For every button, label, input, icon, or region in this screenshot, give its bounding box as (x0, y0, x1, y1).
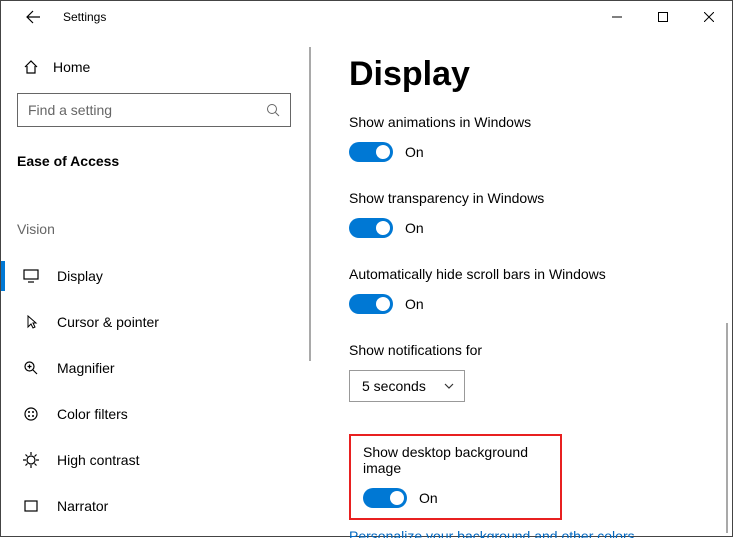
home-label: Home (53, 59, 90, 75)
close-icon (704, 12, 714, 22)
group-header: Ease of Access (1, 149, 307, 169)
app-title: Settings (63, 10, 106, 24)
search-input[interactable]: Find a setting (17, 93, 291, 127)
setting-label: Show transparency in Windows (349, 190, 732, 206)
display-icon (23, 269, 39, 283)
back-button[interactable] (23, 9, 43, 25)
group-label-vision: Vision (1, 221, 307, 237)
maximize-icon (658, 12, 668, 22)
dropdown-value: 5 seconds (362, 378, 426, 394)
highlighted-setting: Show desktop background image On (349, 434, 562, 520)
home-icon (23, 59, 39, 75)
minimize-icon (612, 12, 622, 22)
nav-item-label: Display (57, 268, 103, 284)
nav-list: Display Cursor & pointer Magnifier Color… (1, 253, 307, 529)
toggle-state: On (405, 144, 424, 160)
toggle-desktop-bg[interactable] (363, 488, 407, 508)
toggle-animations[interactable] (349, 142, 393, 162)
toggle-scrollbars[interactable] (349, 294, 393, 314)
nav-item-label: Color filters (57, 406, 128, 422)
cursor-icon (23, 314, 39, 330)
page-title: Display (349, 55, 732, 94)
setting-label: Show notifications for (349, 342, 732, 358)
nav-item-label: Cursor & pointer (57, 314, 159, 330)
toggle-state: On (419, 490, 438, 506)
setting-label: Show animations in Windows (349, 114, 732, 130)
nav-item-display[interactable]: Display (1, 253, 307, 299)
nav-item-high-contrast[interactable]: High contrast (1, 437, 307, 483)
search-icon (266, 103, 280, 117)
main-content: Display Show animations in Windows On Sh… (307, 33, 732, 538)
sidebar: Home Find a setting Ease of Access Visio… (1, 33, 307, 538)
toggle-state: On (405, 220, 424, 236)
nav-item-color-filters[interactable]: Color filters (1, 391, 307, 437)
nav-item-label: Magnifier (57, 360, 115, 376)
close-button[interactable] (686, 1, 732, 33)
toggle-state: On (405, 296, 424, 312)
narrator-icon (23, 498, 39, 514)
notification-duration-dropdown[interactable]: 5 seconds (349, 370, 465, 402)
nav-item-narrator[interactable]: Narrator (1, 483, 307, 529)
titlebar: Settings (1, 1, 732, 33)
nav-item-label: Narrator (57, 498, 108, 514)
window-controls (594, 1, 732, 33)
toggle-transparency[interactable] (349, 218, 393, 238)
nav-item-label: High contrast (57, 452, 139, 468)
home-nav[interactable]: Home (1, 47, 307, 87)
color-filters-icon (23, 406, 39, 422)
setting-label: Show desktop background image (363, 444, 548, 476)
high-contrast-icon (23, 452, 39, 468)
chevron-down-icon (444, 383, 454, 389)
back-arrow-icon (25, 9, 41, 25)
nav-item-magnifier[interactable]: Magnifier (1, 345, 307, 391)
nav-item-cursor-pointer[interactable]: Cursor & pointer (1, 299, 307, 345)
search-placeholder: Find a setting (28, 102, 112, 118)
maximize-button[interactable] (640, 1, 686, 33)
minimize-button[interactable] (594, 1, 640, 33)
magnifier-icon (23, 360, 39, 376)
setting-label: Automatically hide scroll bars in Window… (349, 266, 732, 282)
main-scrollbar[interactable] (726, 323, 728, 533)
